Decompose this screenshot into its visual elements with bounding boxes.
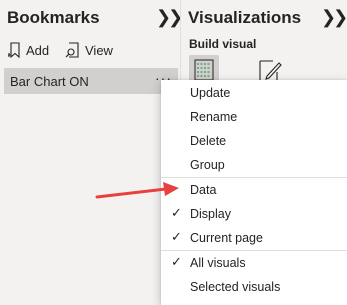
- menu-item-label: Current page: [190, 231, 263, 245]
- visualizations-title: Visualizations: [188, 8, 302, 27]
- build-visual-label: Build visual: [189, 37, 257, 51]
- menu-item-delete[interactable]: Delete: [161, 129, 347, 153]
- add-bookmark-icon: [8, 42, 22, 58]
- menu-item-all-visuals[interactable]: ✓ All visuals: [161, 251, 347, 275]
- bookmark-context-menu: Update Rename Delete Group Data ✓ Displa…: [161, 80, 347, 305]
- menu-item-data[interactable]: Data: [161, 178, 347, 202]
- checkmark-icon: ✓: [171, 254, 182, 269]
- collapse-pane-icon[interactable]: ❯❯: [321, 7, 347, 28]
- menu-item-selected-visuals[interactable]: Selected visuals: [161, 275, 347, 299]
- checkmark-icon: ✓: [171, 205, 182, 220]
- menu-item-label: Data: [190, 183, 217, 197]
- collapse-pane-icon[interactable]: ❯❯: [156, 7, 183, 28]
- bookmarks-title: Bookmarks: [7, 8, 100, 27]
- view-bookmarks-button[interactable]: View: [65, 42, 113, 58]
- view-bookmarks-label: View: [85, 42, 113, 58]
- bookmark-item[interactable]: Bar Chart ON ···: [4, 68, 178, 94]
- menu-item-label: Selected visuals: [190, 280, 281, 294]
- menu-item-label: All visuals: [190, 256, 246, 270]
- bookmarks-pane: Bookmarks ❯❯ Add View Bar Chart ON ···: [0, 0, 183, 305]
- menu-item-rename[interactable]: Rename: [161, 105, 347, 129]
- menu-item-display[interactable]: ✓ Display: [161, 202, 347, 226]
- menu-item-update[interactable]: Update: [161, 81, 347, 105]
- checkmark-icon: ✓: [171, 229, 182, 244]
- menu-item-group[interactable]: Group: [161, 153, 347, 177]
- menu-item-label: Rename: [190, 110, 238, 124]
- menu-item-label: Display: [190, 207, 231, 221]
- menu-item-label: Delete: [190, 134, 227, 148]
- view-icon: [65, 42, 81, 58]
- bookmark-item-label: Bar Chart ON: [10, 74, 89, 89]
- menu-item-label: Update: [190, 86, 231, 100]
- menu-item-label: Group: [190, 158, 225, 172]
- menu-item-current-page[interactable]: ✓ Current page: [161, 226, 347, 250]
- add-bookmark-button[interactable]: Add: [8, 42, 49, 58]
- add-bookmark-label: Add: [26, 42, 50, 58]
